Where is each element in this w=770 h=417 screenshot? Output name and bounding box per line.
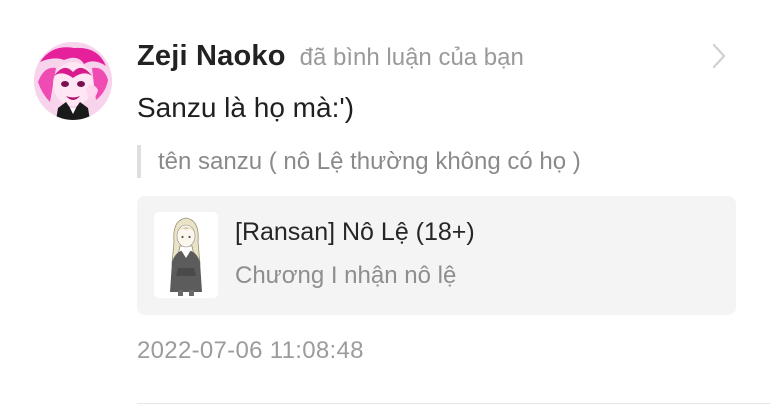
story-card[interactable]: [Ransan] Nô Lệ (18+) Chương I nhận nô lệ <box>137 196 736 315</box>
action-text: đã bình luận của bạn <box>299 44 524 71</box>
quoted-reply: tên sanzu ( nô Lệ thường không có họ ) <box>137 145 581 178</box>
timestamp: 2022-07-06 11:08:48 <box>137 337 364 364</box>
divider <box>137 403 770 404</box>
story-cover <box>154 212 218 298</box>
comment-text: Sanzu là họ mà:') <box>137 92 355 123</box>
notification-header: Zeji Naoko đã bình luận của bạn <box>137 40 524 78</box>
avatar[interactable] <box>34 42 112 120</box>
story-title: [Ransan] Nô Lệ (18+) <box>235 218 475 246</box>
comment-notification[interactable]: Zeji Naoko đã bình luận của bạn Sanzu là… <box>0 0 770 417</box>
chevron-right-icon[interactable] <box>704 41 732 71</box>
chapter-title: Chương I nhận nô lệ <box>235 262 457 289</box>
username[interactable]: Zeji Naoko <box>137 40 286 73</box>
